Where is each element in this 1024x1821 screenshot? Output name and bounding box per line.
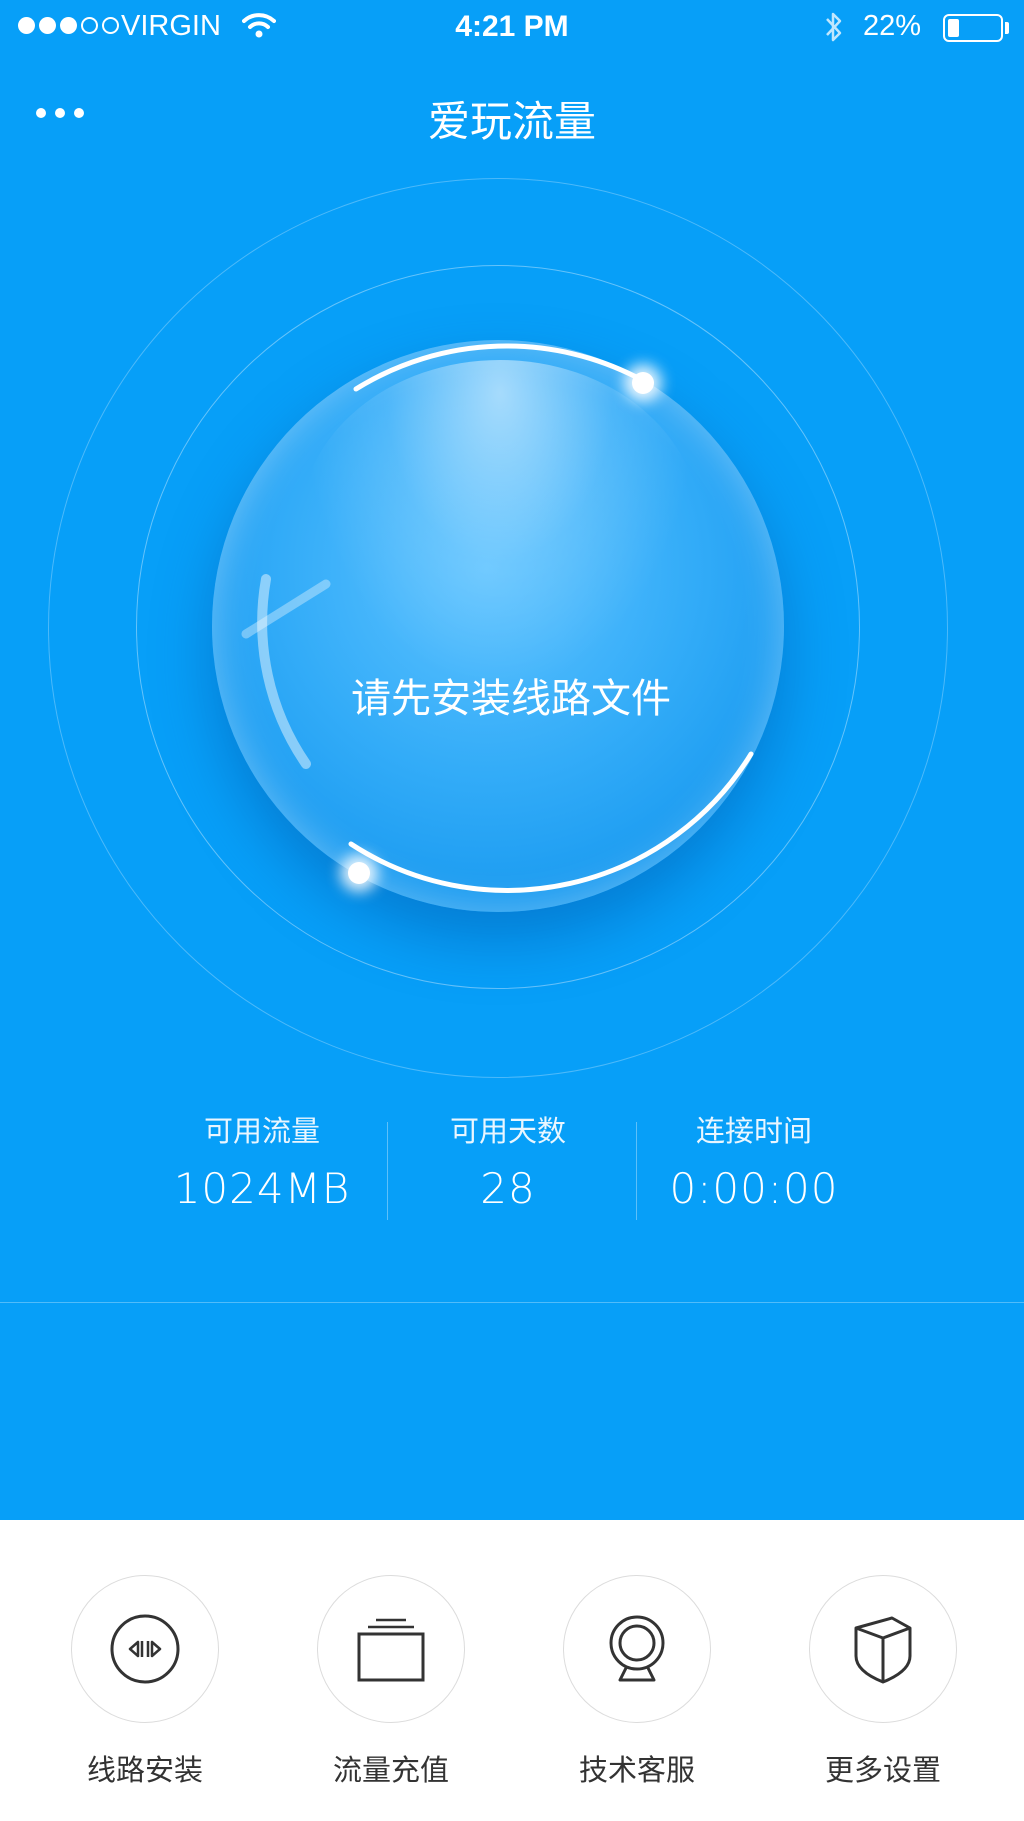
webcam-support-icon <box>609 1615 665 1682</box>
battery-percent: 22% <box>863 10 922 42</box>
battery-level-fill <box>948 19 959 37</box>
shield-settings-icon <box>854 1616 912 1684</box>
ball-glow-dot <box>348 862 370 884</box>
menu-label: 线路安装 <box>86 1753 203 1787</box>
stat-available-days: 可用天数 28 <box>384 1108 632 1213</box>
more-settings-button[interactable]: 更多设置 <box>783 1575 983 1789</box>
menu-label: 技术客服 <box>578 1753 695 1787</box>
stat-label: 可用天数 <box>449 1114 566 1148</box>
connect-ball-button[interactable] <box>212 340 784 912</box>
tech-support-button[interactable]: 技术客服 <box>537 1575 737 1789</box>
stat-value: 0:00:00 <box>669 1164 839 1213</box>
route-install-icon <box>110 1614 180 1684</box>
battery-icon <box>943 14 1003 42</box>
recharge-cards-icon <box>357 1618 425 1682</box>
menu-icon-circle <box>809 1575 957 1723</box>
battery-tip <box>1005 22 1009 34</box>
stat-label: 连接时间 <box>695 1114 812 1148</box>
stat-connect-time: 连接时间 0:00:00 <box>630 1108 878 1213</box>
stat-value: 28 <box>480 1164 536 1213</box>
bluetooth-icon <box>826 12 842 42</box>
recharge-button[interactable]: 流量充值 <box>291 1575 491 1789</box>
status-bar: VIRGIN 4:21 PM 22% <box>0 0 1024 56</box>
section-divider <box>0 1302 1024 1303</box>
menu-label: 流量充值 <box>332 1753 449 1787</box>
stat-value: 1024MB <box>173 1164 351 1213</box>
route-install-button[interactable]: 线路安装 <box>45 1575 245 1789</box>
menu-icon-circle <box>317 1575 465 1723</box>
main-panel: VIRGIN 4:21 PM 22% 爱玩流量 请先安装线路文件 可用流量 10… <box>0 0 1024 1520</box>
ball-glow-dot <box>632 372 654 394</box>
stat-label: 可用流量 <box>203 1114 320 1148</box>
page-title: 爱玩流量 <box>427 97 596 146</box>
menu-icon-circle <box>563 1575 711 1723</box>
menu-label: 更多设置 <box>824 1753 941 1787</box>
menu-icon-circle <box>71 1575 219 1723</box>
stat-available-data: 可用流量 1024MB <box>138 1108 386 1213</box>
